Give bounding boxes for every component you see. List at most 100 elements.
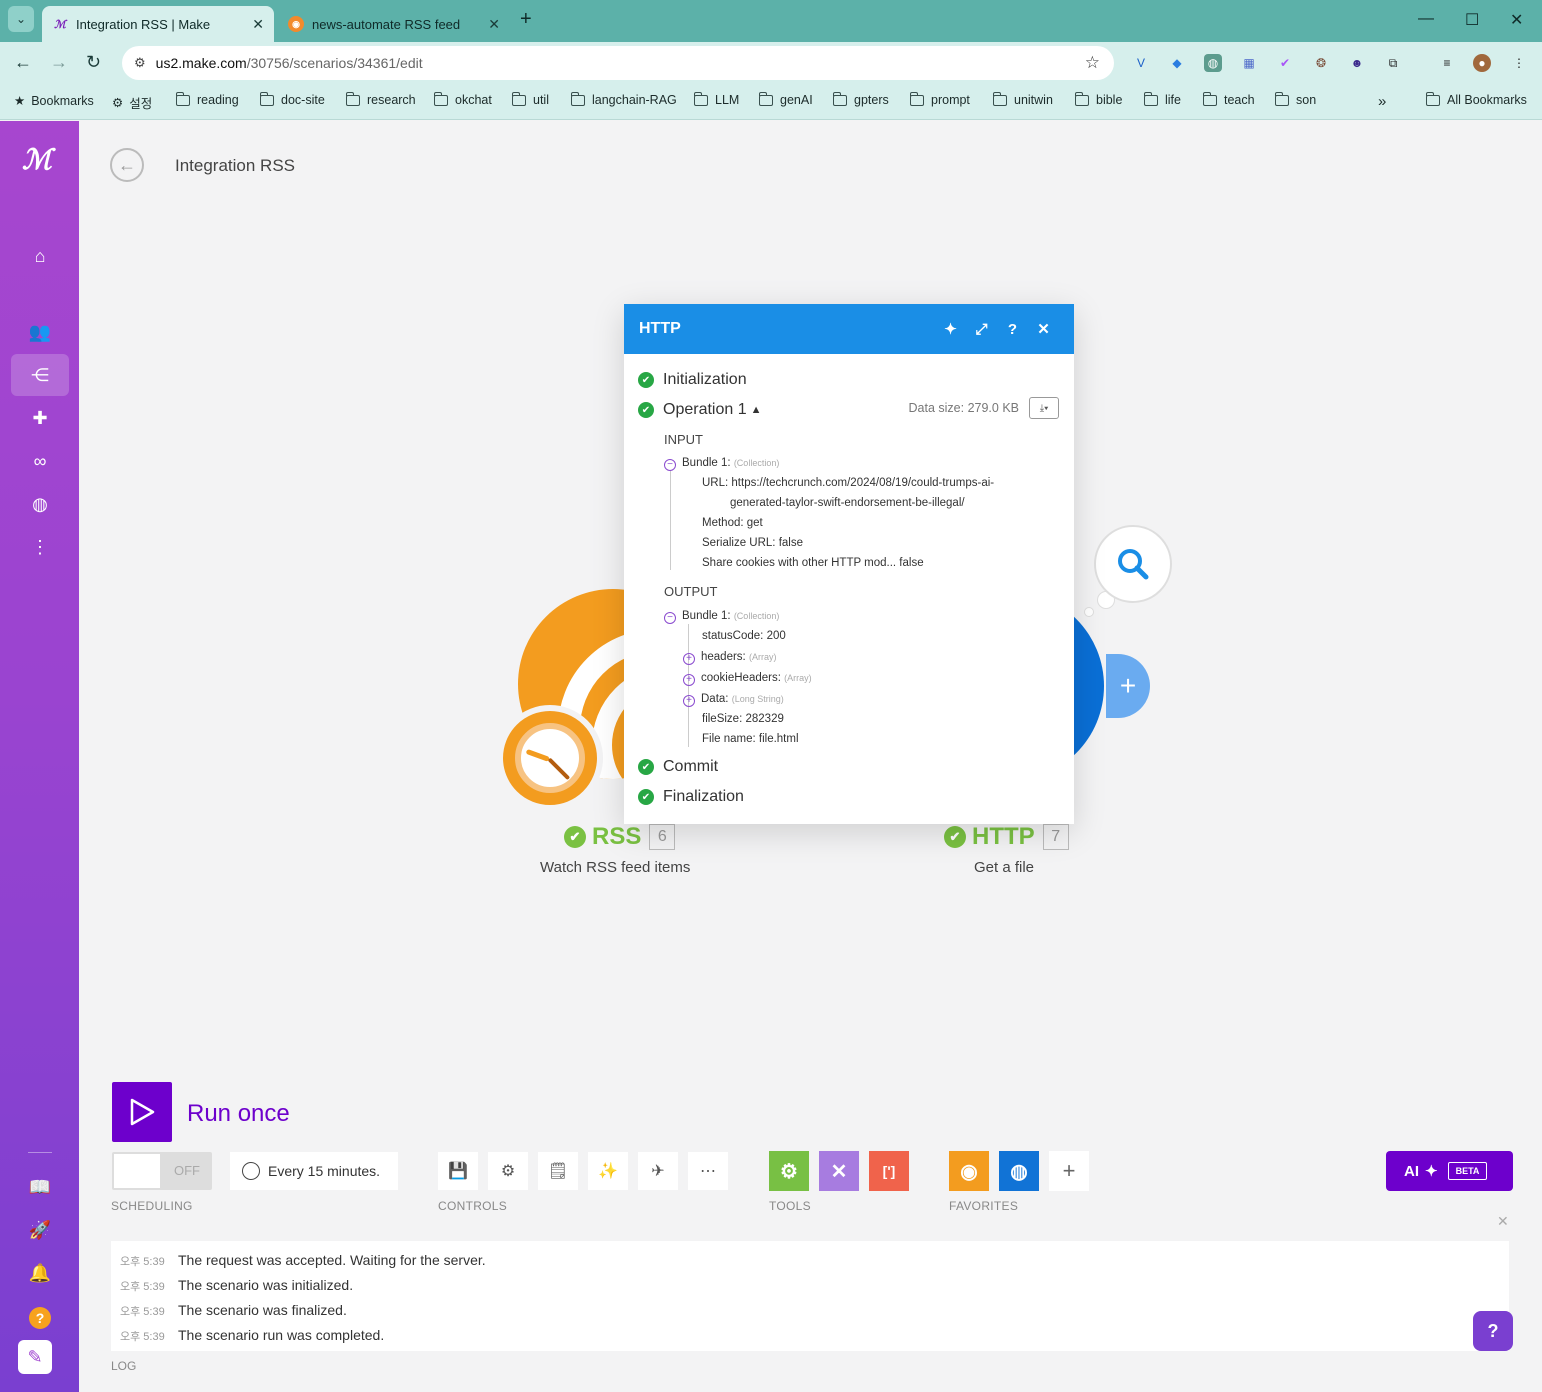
close-window-icon[interactable]: ✕ <box>1510 10 1523 30</box>
collapse-minus-icon[interactable]: − <box>664 612 676 624</box>
reload-icon[interactable]: ↻ <box>86 52 101 73</box>
bookmark-folder[interactable]: son <box>1275 91 1316 107</box>
close-popup-icon[interactable]: ✕ <box>1028 320 1059 338</box>
input-bundle[interactable]: − Bundle 1: (Collection) <box>664 457 779 471</box>
back-icon[interactable]: ← <box>14 52 32 73</box>
ai-assistant-button[interactable]: AI ✦ BETA <box>1386 1151 1513 1191</box>
extension-diamond-icon[interactable]: ◆ <box>1168 54 1186 72</box>
tab-news-automate[interactable]: ◉ news-automate RSS feed ✕ <box>278 6 510 42</box>
execution-log[interactable]: 오후 5:39 The request was accepted. Waiting… <box>111 1241 1509 1351</box>
text-parser-bracket-icon[interactable]: ['] <box>869 1151 909 1191</box>
tab-integration-rss[interactable]: ℳ Integration RSS | Make ✕ <box>42 6 274 42</box>
apps-puzzle-icon[interactable]: ✚ <box>11 397 69 439</box>
schedule-settings-button[interactable]: Every 15 minutes. <box>230 1152 398 1190</box>
save-icon[interactable]: 💾 <box>438 1152 478 1190</box>
collapse-caret-icon[interactable]: ▲ <box>751 404 762 416</box>
trigger-clock-icon[interactable] <box>497 705 603 811</box>
extension-globe-icon[interactable]: ◍ <box>1204 54 1222 72</box>
add-module-plus-icon[interactable]: + <box>1106 654 1150 718</box>
bookmark-folder[interactable]: life <box>1144 91 1181 107</box>
extensions-puzzle-icon[interactable]: ⧉ <box>1384 54 1402 72</box>
docs-book-icon[interactable]: 📖 <box>11 1166 69 1208</box>
run-once-label[interactable]: Run once <box>187 1100 290 1128</box>
more-bookmarks-icon[interactable]: » <box>1378 93 1386 110</box>
bookmark-folder[interactable]: reading <box>176 91 239 107</box>
bookmark-folder[interactable]: doc-site <box>260 91 325 107</box>
output-cookie-headers-row[interactable]: + cookieHeaders: (Array) <box>683 672 812 686</box>
stage-finalization[interactable]: ✔ Finalization <box>638 788 744 806</box>
new-tab-icon[interactable]: + <box>520 8 532 31</box>
auto-align-wand-icon[interactable]: ✨ <box>588 1152 628 1190</box>
tools-cross-icon[interactable]: ✕ <box>819 1151 859 1191</box>
scenario-canvas[interactable]: ← Integration RSS ✔ RSS 6 Watch RSS feed… <box>79 121 1542 1392</box>
stage-initialization[interactable]: ✔ Initialization <box>638 371 747 389</box>
home-icon[interactable]: ⌂ <box>11 235 69 277</box>
make-logo-icon[interactable]: ℳ <box>22 143 58 175</box>
support-chat-icon[interactable]: ? <box>1473 1311 1513 1351</box>
bookmark-all-bookmarks[interactable]: All Bookmarks <box>1426 91 1527 107</box>
expand-plus-icon[interactable]: + <box>683 695 695 707</box>
extension-face-icon[interactable]: ☻ <box>1348 54 1366 72</box>
download-dropdown-icon[interactable]: ⤓▾ <box>1029 397 1059 419</box>
webhooks-globe-icon[interactable]: ◍ <box>11 483 69 525</box>
expand-plus-icon[interactable]: + <box>683 674 695 686</box>
scenario-title[interactable]: Integration RSS <box>175 156 295 176</box>
notifications-bell-icon[interactable]: 🔔 <box>11 1252 69 1294</box>
expand-icon[interactable]: ⤢ <box>966 321 997 338</box>
browser-menu-icon[interactable]: ⋮ <box>1510 54 1528 72</box>
profile-avatar-icon[interactable]: ● <box>1473 54 1491 72</box>
help-icon[interactable]: ? <box>29 1307 51 1329</box>
stage-commit[interactable]: ✔ Commit <box>638 758 718 776</box>
bookmark-folder[interactable]: prompt <box>910 91 970 107</box>
scheduling-toggle[interactable]: OFF <box>112 1152 212 1190</box>
bookmark-folder[interactable]: langchain-RAG <box>571 91 677 107</box>
maximize-icon[interactable]: ☐ <box>1465 10 1479 30</box>
flow-control-gear-icon[interactable]: ⚙ <box>769 1151 809 1191</box>
user-avatar[interactable]: ✎ <box>18 1340 52 1374</box>
scenarios-share-icon[interactable]: ⋲ <box>11 354 69 396</box>
output-bundle[interactable]: − Bundle 1: (Collection) <box>664 610 779 624</box>
inspect-search-bubble[interactable] <box>1094 525 1172 603</box>
url-input[interactable]: ⚙ us2.make.com/30756/scenarios/34361/edi… <box>122 46 1114 80</box>
bookmark-bookmarks[interactable]: ★ Bookmarks <box>14 93 94 109</box>
expand-plus-icon[interactable]: + <box>683 653 695 665</box>
bookmark-folder[interactable]: okchat <box>434 91 492 107</box>
stage-operation[interactable]: ✔ Operation 1 ▲ <box>638 401 762 419</box>
extension-v-icon[interactable]: V <box>1132 54 1150 72</box>
bookmark-settings[interactable]: ⚙ 설정 <box>112 93 152 112</box>
site-settings-icon[interactable]: ⚙ <box>134 55 146 71</box>
ai-sparkle-icon[interactable]: ✦ <box>935 320 966 338</box>
output-headers-row[interactable]: + headers: (Array) <box>683 651 776 665</box>
favorite-http-globe-icon[interactable]: ◍ <box>999 1151 1039 1191</box>
bookmark-folder[interactable]: unitwin <box>993 91 1053 107</box>
help-question-icon[interactable]: ? <box>997 321 1028 338</box>
close-tab-icon[interactable]: ✕ <box>488 16 500 33</box>
run-once-button[interactable] <box>112 1082 172 1142</box>
bookmark-folder[interactable]: LLM <box>694 91 739 107</box>
output-data-row[interactable]: + Data: (Long String) <box>683 693 784 707</box>
extension-badge-icon[interactable]: ❂ <box>1312 54 1330 72</box>
settings-gear-icon[interactable]: ⚙ <box>488 1152 528 1190</box>
extension-check-icon[interactable]: ✔ <box>1276 54 1294 72</box>
explain-flow-plane-icon[interactable]: ✈ <box>638 1152 678 1190</box>
close-log-icon[interactable]: ✕ <box>1497 1213 1509 1230</box>
close-tab-icon[interactable]: ✕ <box>252 16 264 33</box>
bookmark-folder[interactable]: teach <box>1203 91 1255 107</box>
favorite-rss-icon[interactable]: ◉ <box>949 1151 989 1191</box>
bookmark-folder[interactable]: gpters <box>833 91 889 107</box>
more-horizontal-icon[interactable]: ⋯ <box>688 1152 728 1190</box>
bookmark-star-icon[interactable]: ☆ <box>1085 53 1100 73</box>
forward-icon[interactable]: → <box>50 52 68 73</box>
collapse-minus-icon[interactable]: − <box>664 459 676 471</box>
extension-grid-icon[interactable]: ▦ <box>1240 54 1258 72</box>
bookmark-folder[interactable]: util <box>512 91 549 107</box>
tab-search-chevron-icon[interactable]: ⌄ <box>8 6 34 32</box>
back-arrow-icon[interactable]: ← <box>110 148 144 182</box>
connections-link-icon[interactable]: ∞ <box>11 440 69 482</box>
media-control-icon[interactable]: ≡ <box>1438 54 1456 72</box>
rocket-icon[interactable]: 🚀 <box>11 1209 69 1251</box>
bookmark-folder[interactable]: bible <box>1075 91 1122 107</box>
team-icon[interactable]: 👥 <box>11 311 69 353</box>
add-favorite-plus-icon[interactable]: + <box>1049 1151 1089 1191</box>
bookmark-folder[interactable]: research <box>346 91 416 107</box>
